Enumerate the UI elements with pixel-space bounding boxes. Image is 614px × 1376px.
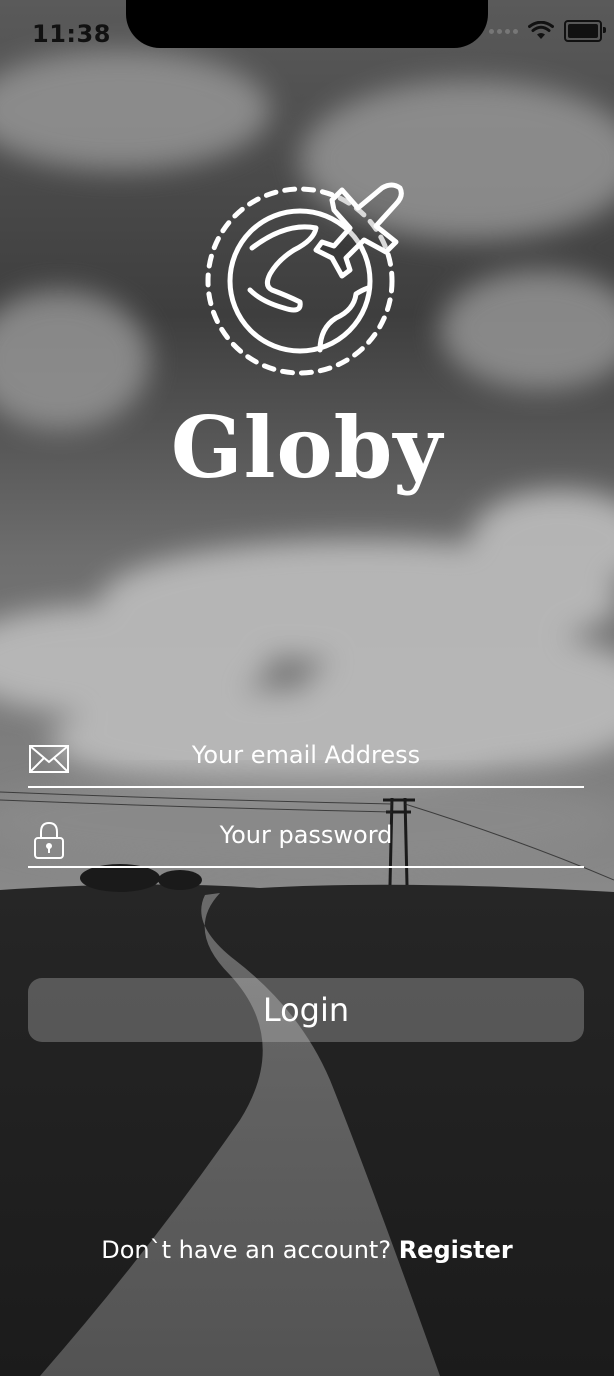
register-row: Don`t have an account? Register bbox=[0, 1236, 614, 1264]
wifi-icon bbox=[528, 21, 554, 39]
app-title: Globy bbox=[170, 398, 444, 497]
password-field-row bbox=[28, 816, 584, 868]
password-input[interactable] bbox=[28, 816, 584, 854]
device-notch bbox=[126, 0, 488, 48]
globe-airplane-icon bbox=[205, 182, 404, 376]
status-time: 11:38 bbox=[32, 20, 111, 48]
status-icons bbox=[489, 20, 606, 42]
register-link[interactable]: Register bbox=[399, 1236, 513, 1264]
login-button[interactable]: Login bbox=[28, 978, 584, 1042]
status-bar: 11:38 bbox=[0, 0, 614, 70]
email-input[interactable] bbox=[28, 736, 584, 774]
battery-icon bbox=[564, 20, 606, 42]
cellular-signal-icon bbox=[489, 28, 518, 34]
email-field-row bbox=[28, 736, 584, 788]
register-prompt: Don`t have an account? bbox=[101, 1236, 392, 1264]
